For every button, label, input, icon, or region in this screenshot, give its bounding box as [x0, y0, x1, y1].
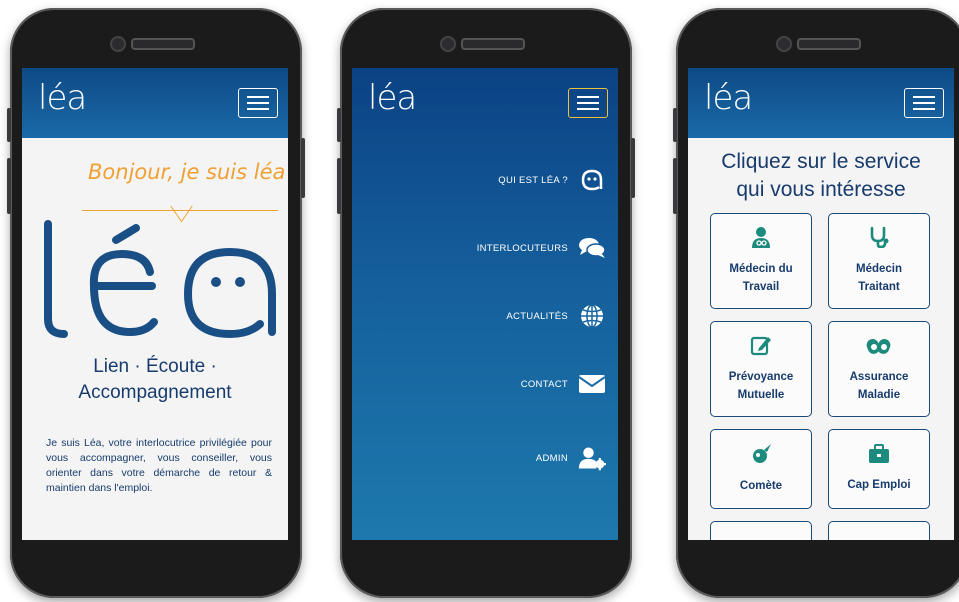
header-logo[interactable]: léa: [704, 78, 753, 118]
doctor-icon: [750, 226, 772, 254]
speech-bubble: [82, 190, 278, 211]
pills-icon: [866, 334, 892, 362]
menu-item-label: QUI EST LÉA ?: [498, 174, 568, 186]
briefcase-icon: [868, 444, 890, 470]
menu-item-qui-est-lea[interactable]: QUI EST LÉA ?: [498, 166, 606, 194]
app-header: léa: [22, 68, 288, 138]
greeting-text: Bonjour, je suis léa: [88, 160, 286, 184]
service-card-medecin-travail[interactable]: Médecin du Travail: [710, 213, 812, 309]
user-gear-icon: [578, 444, 606, 472]
tagline-line2: Accompagnement: [78, 382, 232, 403]
home-screen: léa Bonjour, je suis léa Lien · Écoute ·…: [22, 68, 288, 540]
phone-home: léa Bonjour, je suis léa Lien · Écoute ·…: [7, 8, 305, 598]
service-card-assurance-maladie[interactable]: Assurance Maladie: [828, 321, 930, 417]
menu-item-label: ACTUALITÉS: [506, 310, 568, 322]
services-screen: léa Cliquez sur le service qui vous inté…: [688, 68, 954, 540]
service-card-partial[interactable]: [828, 521, 930, 540]
speaker: [797, 38, 861, 50]
tagline-line1: Lien · Écoute ·: [93, 356, 217, 377]
phone-services: léa Cliquez sur le service qui vous inté…: [673, 8, 959, 598]
intro-paragraph: Je suis Léa, votre interlocutrice privil…: [46, 437, 272, 494]
menu-item-admin[interactable]: ADMIN: [536, 444, 606, 472]
menu-item-interlocuteurs[interactable]: INTERLOCUTEURS: [477, 234, 606, 262]
service-card-partial[interactable]: [710, 521, 812, 540]
header-logo[interactable]: léa: [368, 78, 417, 118]
stethoscope-icon: [868, 226, 890, 254]
speaker: [131, 38, 195, 50]
services-title: Cliquez sur le service qui vous intéress…: [721, 150, 921, 201]
header-logo[interactable]: léa: [38, 78, 87, 118]
app-header: léa: [688, 68, 954, 138]
camera: [440, 36, 456, 52]
menu-item-actualites[interactable]: ACTUALITÉS: [506, 302, 606, 330]
menu-button-active[interactable]: [568, 88, 608, 118]
service-card-medecin-traitant[interactable]: Médecin Traitant: [828, 213, 930, 309]
service-card-cap-emploi[interactable]: Cap Emploi: [828, 429, 930, 509]
camera: [776, 36, 792, 52]
menu-item-label: INTERLOCUTEURS: [476, 242, 568, 254]
menu-item-label: CONTACT: [520, 378, 568, 390]
envelope-icon: [578, 370, 606, 398]
chat-bubbles-icon: [578, 234, 606, 262]
speaker: [461, 38, 525, 50]
menu-screen: léa QUI EST LÉA ? INTERLOCUTEURS ACTUALI…: [352, 68, 618, 540]
lea-face-icon: [578, 166, 606, 194]
edit-icon: [750, 334, 772, 362]
comet-icon: [750, 443, 772, 471]
camera: [110, 36, 126, 52]
lea-big-logo: [44, 220, 276, 339]
menu-item-label: ADMIN: [535, 452, 568, 464]
service-card-comete[interactable]: Comète: [710, 429, 812, 509]
service-card-prevoyance-mutuelle[interactable]: Prévoyance Mutuelle: [710, 321, 812, 417]
globe-icon: [578, 302, 606, 330]
menu-item-contact[interactable]: CONTACT: [521, 370, 606, 398]
menu-button[interactable]: [904, 88, 944, 118]
phone-menu: léa QUI EST LÉA ? INTERLOCUTEURS ACTUALI…: [337, 8, 635, 598]
menu-button[interactable]: [238, 88, 278, 118]
